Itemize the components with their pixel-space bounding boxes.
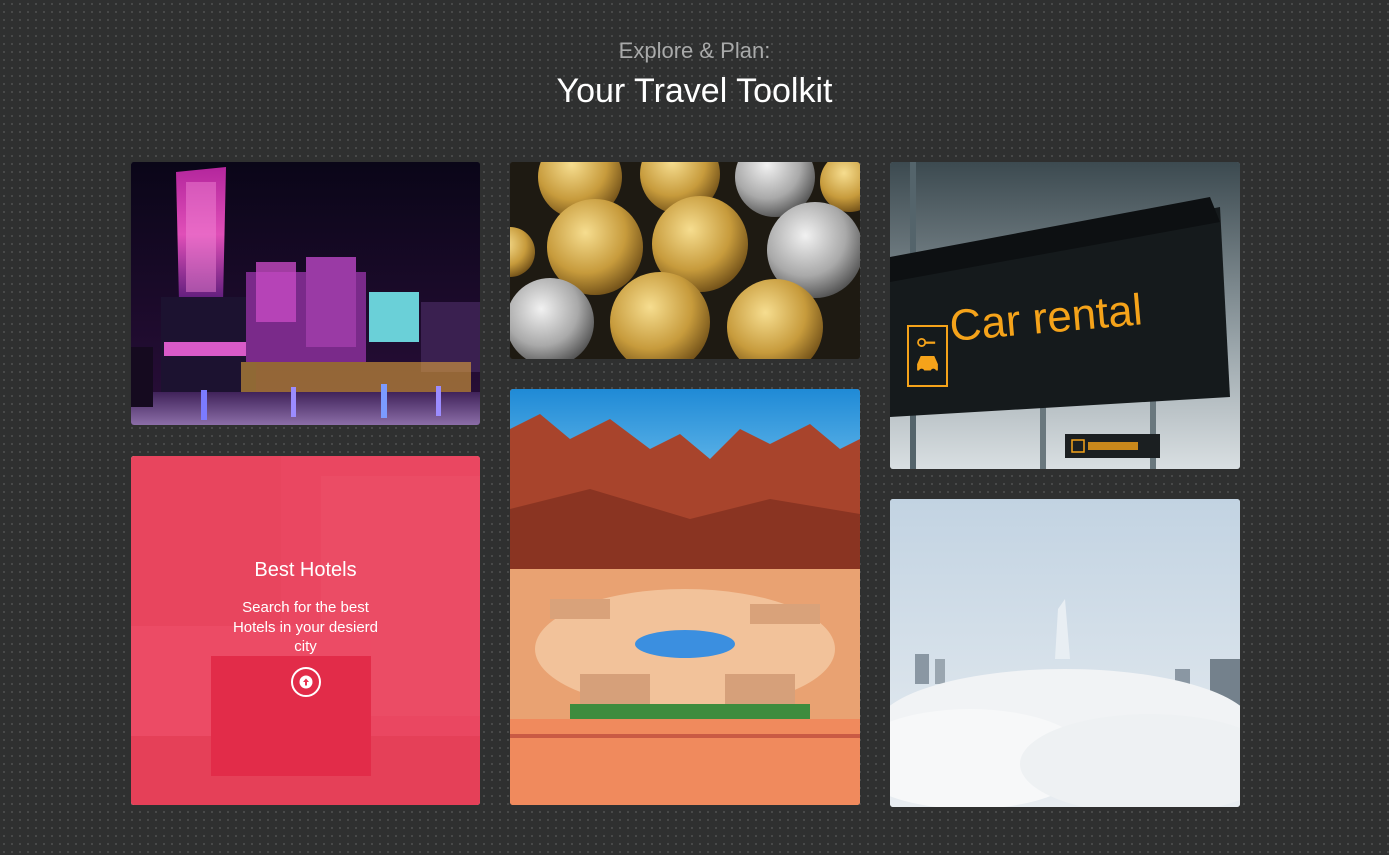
card-currency-coins[interactable] [510,162,860,359]
desert-resort-image [510,389,860,805]
hotel-card-description: Search for the best Hotels in your desie… [232,599,379,655]
card-car-rental[interactable]: Car rental [890,162,1240,469]
arrow-up-circle-icon[interactable] [290,666,321,697]
card-city-nightlife[interactable] [131,162,480,425]
section-title: Your Travel Toolkit [556,72,833,110]
hotel-overlay-content: Best Hotels Search for the best Hotels i… [131,559,480,697]
city-nightlife-image [131,162,480,425]
section-subtitle: Explore & Plan: [618,38,771,63]
car-icon [907,325,948,387]
city-clouds-image [890,499,1240,807]
card-desert-resort[interactable] [510,389,860,805]
coins-image [510,162,860,359]
card-best-hotels[interactable]: Best Hotels Search for the best Hotels i… [131,456,480,805]
hotel-card-title: Best Hotels [254,559,357,581]
card-city-clouds[interactable] [890,499,1240,807]
